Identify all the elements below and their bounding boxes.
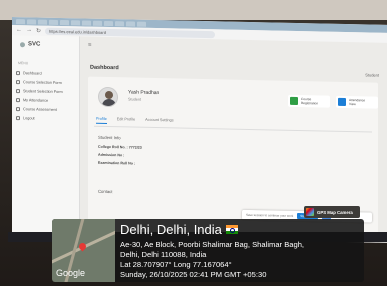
sidebar-item-label: Course Assessment bbox=[23, 107, 57, 112]
gps-overlay: Google Delhi, Delhi, India Ae-30, Ae Blo… bbox=[52, 219, 364, 282]
browser-tab[interactable] bbox=[16, 18, 25, 24]
stat-sub: Registration bbox=[301, 101, 319, 106]
course-icon bbox=[290, 96, 298, 105]
browser-tab[interactable] bbox=[27, 18, 36, 25]
attendance-icon bbox=[338, 97, 346, 106]
gps-camera-badge: GPS Map Camera bbox=[304, 206, 360, 218]
brand-logo[interactable]: SVC bbox=[20, 41, 41, 48]
sidebar-item-label: Logout bbox=[23, 116, 35, 121]
address-line-1: Ae-30, Ae Block, Poorbi Shalimar Bag, Sh… bbox=[120, 240, 305, 249]
location-title: Delhi, Delhi, India bbox=[120, 222, 238, 237]
stat-course-card[interactable]: Course Registration bbox=[288, 94, 330, 108]
browser-tab[interactable] bbox=[126, 20, 135, 27]
map-thumbnail: Google bbox=[52, 219, 115, 282]
browser-tab[interactable] bbox=[115, 20, 124, 26]
back-icon[interactable]: ← bbox=[16, 27, 22, 33]
sidebar: SVC MENU Dashboard Course Selection Form… bbox=[12, 35, 80, 237]
divider bbox=[94, 125, 372, 133]
logout-icon bbox=[16, 116, 20, 121]
tab-profile[interactable]: Profile bbox=[96, 116, 107, 124]
sidebar-item-course-selection[interactable]: Course Selection Form bbox=[16, 80, 62, 85]
browser-tab[interactable] bbox=[137, 21, 146, 27]
tab-edit-profile[interactable]: Edit Profile bbox=[117, 117, 135, 124]
form-icon bbox=[16, 89, 20, 94]
brand-name: SVC bbox=[28, 41, 41, 48]
stat-attendance-card[interactable]: Attendance View bbox=[336, 95, 378, 109]
sidebar-item-logout[interactable]: Logout bbox=[16, 116, 35, 120]
profile-tabs: Profile Edit Profile Account Settings bbox=[96, 116, 174, 126]
menu-heading: MENU bbox=[18, 61, 29, 66]
stat-sub: View bbox=[349, 102, 356, 107]
browser-tab[interactable] bbox=[60, 19, 69, 25]
exam-roll-field: Examination Roll No : bbox=[98, 160, 136, 166]
location-name: Delhi, Delhi, India bbox=[120, 222, 222, 237]
sidebar-item-label: My Attendance bbox=[23, 98, 49, 103]
reload-icon[interactable]: ↻ bbox=[36, 27, 41, 34]
profile-role: Student bbox=[128, 97, 142, 102]
avatar bbox=[98, 86, 118, 108]
sidebar-item-label: Dashboard bbox=[23, 71, 42, 76]
sidebar-item-student-selection[interactable]: Student Selection Form bbox=[16, 89, 63, 94]
menu-toggle-icon[interactable]: ≡ bbox=[88, 43, 92, 49]
address-line-2: Delhi, Delhi 110088, India bbox=[120, 250, 207, 259]
browser-tab[interactable] bbox=[38, 19, 47, 25]
browser-tab[interactable] bbox=[93, 20, 102, 26]
sidebar-item-attendance[interactable]: My Attendance bbox=[16, 98, 48, 103]
dashboard-icon bbox=[16, 71, 20, 76]
photo-frame: ← → ↻ https://es.eeal.edu.in/dashboard S… bbox=[0, 0, 387, 286]
calendar-icon bbox=[16, 98, 20, 103]
login-role: Student bbox=[365, 72, 379, 78]
sidebar-item-assessment[interactable]: Course Assessment bbox=[16, 107, 57, 112]
coordinates: Lat 28.707907° Long 77.167064° bbox=[120, 260, 232, 269]
browser-tab[interactable] bbox=[49, 19, 58, 25]
tab-account-settings[interactable]: Account Settings bbox=[145, 118, 174, 126]
browser-tab[interactable] bbox=[104, 20, 113, 26]
sidebar-item-label: Course Selection Form bbox=[23, 80, 62, 86]
clipboard-icon bbox=[16, 107, 20, 112]
logo-icon bbox=[20, 41, 25, 47]
form-icon bbox=[16, 80, 20, 85]
forward-icon[interactable]: → bbox=[26, 27, 32, 33]
student-info-heading: Student Info bbox=[98, 134, 121, 141]
map-brand: Google bbox=[56, 268, 86, 278]
page-title: Dashboard bbox=[90, 64, 119, 72]
sidebar-item-label: Student Selection Form bbox=[23, 89, 63, 95]
camera-app-icon bbox=[306, 208, 314, 216]
browser-tab[interactable] bbox=[71, 19, 80, 25]
timestamp: Sunday, 26/10/2025 02:41 PM GMT +05:30 bbox=[120, 270, 267, 279]
india-flag-icon bbox=[225, 225, 238, 234]
session-message: Save session to continue your work bbox=[246, 212, 294, 218]
college-roll-field: College Roll No. : 7772/23 bbox=[98, 144, 142, 150]
admission-no-field: Admission No : bbox=[98, 152, 125, 158]
browser-tab[interactable] bbox=[82, 19, 91, 26]
contact-heading: Contact bbox=[98, 188, 113, 195]
badge-label: GPS Map Camera bbox=[317, 209, 353, 215]
sidebar-item-dashboard[interactable]: Dashboard bbox=[16, 71, 42, 76]
profile-name: Yash Pradhan bbox=[128, 89, 160, 97]
